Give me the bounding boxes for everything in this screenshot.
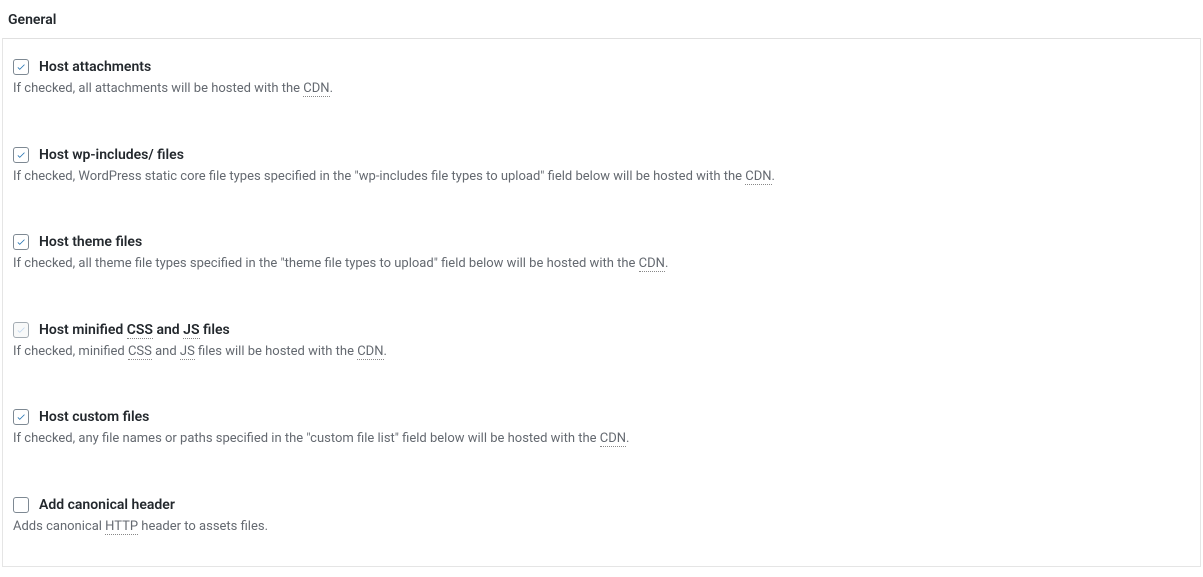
label-host-custom-files[interactable]: Host custom files [39,409,149,425]
abbr-js: JS [180,344,195,360]
desc-add-canonical-header: Adds canonical HTTP header to assets fil… [13,517,1190,537]
section-title: General [0,0,1203,38]
general-panel: Host attachments If checked, all attachm… [2,38,1201,567]
abbr-js: JS [183,322,199,339]
desc-host-attachments: If checked, all attachments will be host… [13,79,1190,99]
abbr-cdn: CDN [745,169,771,185]
abbr-cdn: CDN [303,81,329,97]
abbr-cdn: CDN [639,256,665,272]
option-host-attachments: Host attachments If checked, all attachm… [13,59,1190,99]
checkbox-host-minified-css-js [13,322,29,338]
checkbox-host-wp-includes[interactable] [13,147,29,163]
checkbox-host-custom-files[interactable] [13,409,29,425]
option-add-canonical-header: Add canonical header Adds canonical HTTP… [13,497,1190,537]
desc-host-minified-css-js: If checked, minified CSS and JS files wi… [13,342,1190,362]
abbr-cdn: CDN [600,431,626,447]
checkbox-host-theme-files[interactable] [13,234,29,250]
option-host-wp-includes: Host wp-includes/ files If checked, Word… [13,147,1190,187]
label-host-theme-files[interactable]: Host theme files [39,234,142,250]
abbr-cdn: CDN [357,344,383,360]
label-host-wp-includes[interactable]: Host wp-includes/ files [39,147,184,163]
abbr-css: CSS [127,322,153,339]
option-host-theme-files: Host theme files If checked, all theme f… [13,234,1190,274]
desc-host-custom-files: If checked, any file names or paths spec… [13,429,1190,449]
abbr-css: CSS [128,344,152,360]
label-host-minified-css-js: Host minified CSS and JS files [39,322,230,338]
checkbox-host-attachments[interactable] [13,59,29,75]
checkbox-add-canonical-header[interactable] [13,497,29,513]
desc-host-wp-includes: If checked, WordPress static core file t… [13,167,1190,187]
abbr-http: HTTP [105,519,138,535]
desc-host-theme-files: If checked, all theme file types specifi… [13,254,1190,274]
label-add-canonical-header[interactable]: Add canonical header [39,497,175,513]
option-host-custom-files: Host custom files If checked, any file n… [13,409,1190,449]
option-host-minified-css-js: Host minified CSS and JS files If checke… [13,322,1190,362]
label-host-attachments[interactable]: Host attachments [39,59,151,75]
